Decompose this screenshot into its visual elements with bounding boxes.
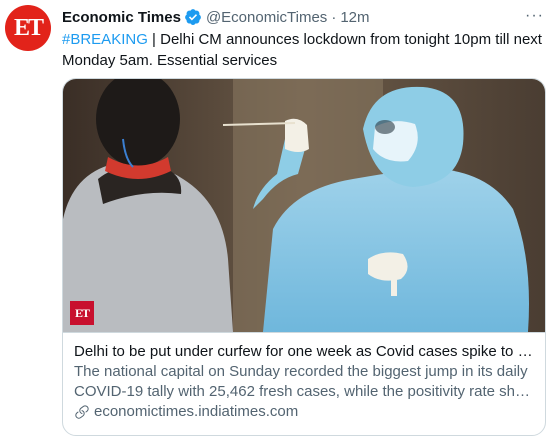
card-logo-text: ET	[74, 305, 90, 320]
card-description: The national capital on Sunday recorded …	[74, 362, 534, 402]
news-photo-illustration	[63, 79, 545, 332]
card-body: Delhi to be put under curfew for one wee…	[63, 332, 545, 435]
tweet-timestamp[interactable]: 12m	[340, 9, 369, 26]
card-domain-text: economictimes.indiatimes.com	[94, 403, 299, 420]
card-domain-link[interactable]: economictimes.indiatimes.com	[74, 402, 534, 422]
link-preview-card[interactable]: ET Delhi to be put under curfew for one …	[62, 78, 546, 436]
card-description-line2: COVID-19 tally with 25,462 fresh cases, …	[74, 383, 534, 400]
more-options-icon[interactable]: ···	[525, 7, 544, 25]
tweet-text: #BREAKING | Delhi CM announces lockdown …	[62, 29, 542, 71]
card-title[interactable]: Delhi to be put under curfew for one wee…	[74, 342, 534, 362]
card-image	[63, 79, 545, 332]
link-icon	[75, 405, 89, 419]
avatar-logo-text: ET	[13, 14, 44, 41]
card-description-line1: The national capital on Sunday recorded …	[74, 363, 528, 380]
hashtag-link[interactable]: #BREAKING	[62, 31, 148, 48]
author-handle[interactable]: @EconomicTimes	[206, 9, 327, 26]
card-source-logo: ET	[70, 301, 94, 325]
header-separator: ·	[331, 8, 337, 26]
verified-badge-icon	[184, 8, 202, 26]
author-avatar[interactable]: ET	[5, 5, 51, 51]
author-name[interactable]: Economic Times	[62, 9, 181, 26]
tweet-header: Economic Times @EconomicTimes · 12m	[62, 7, 370, 27]
